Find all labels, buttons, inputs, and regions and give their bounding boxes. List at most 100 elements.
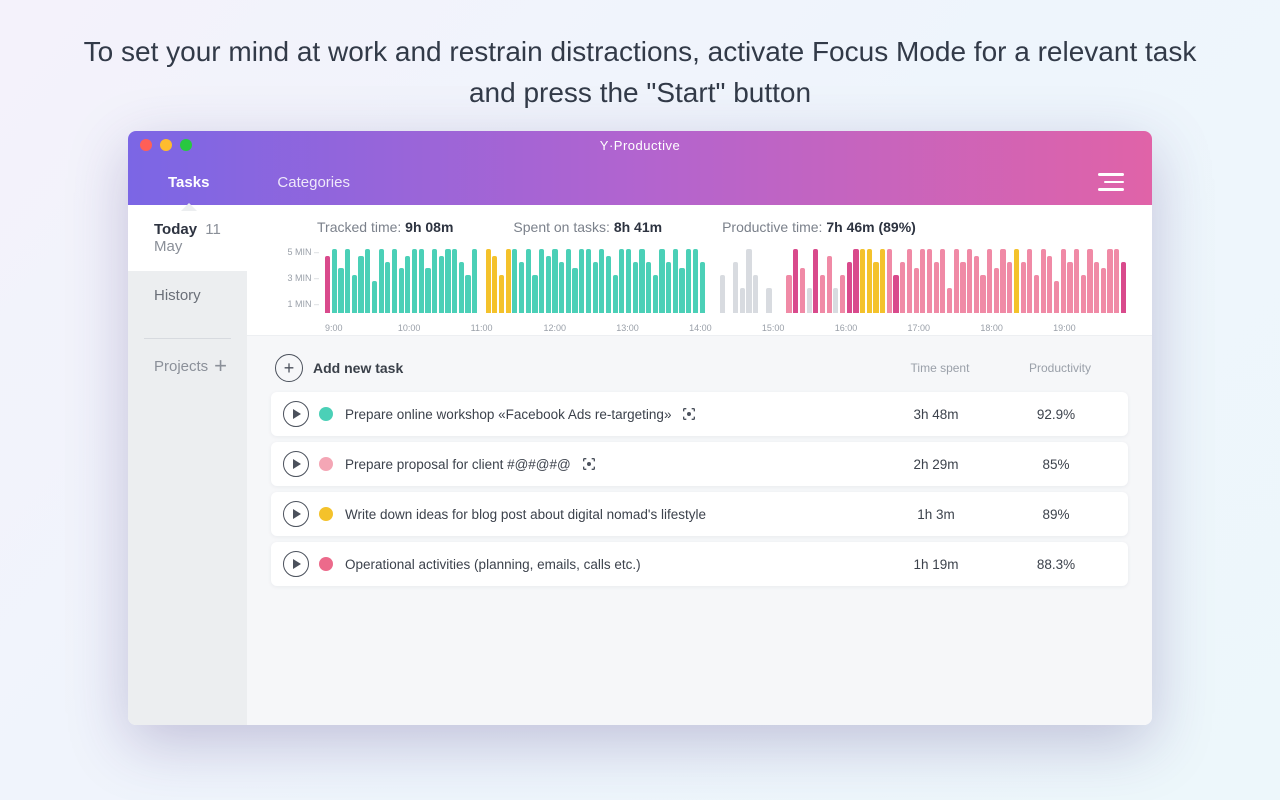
chart-bar — [659, 249, 664, 313]
chart-bar — [465, 275, 470, 313]
sidebar-item-today[interactable]: Today 11 May — [128, 205, 247, 271]
chart-bar — [766, 288, 771, 314]
chart-bar — [399, 268, 404, 313]
chart-bar — [954, 249, 959, 313]
chart-bar — [1047, 256, 1052, 314]
add-task-button[interactable]: + — [275, 354, 303, 382]
chart-bar — [753, 275, 758, 313]
chart-bar — [338, 268, 343, 313]
chart-bar — [1087, 249, 1092, 313]
chart-bar — [452, 249, 457, 313]
chart-bar — [940, 249, 945, 313]
chart-bar — [425, 268, 430, 313]
chart-bar — [519, 262, 524, 313]
chart-bar — [526, 249, 531, 313]
task-row[interactable]: Write down ideas for blog post about dig… — [271, 492, 1128, 536]
chart-bar — [1074, 249, 1079, 313]
chart-bar — [552, 249, 557, 313]
tab-tasks[interactable]: Tasks — [168, 162, 209, 203]
window-titlebar: Y·Productive — [128, 131, 1152, 159]
minimize-window-button[interactable] — [160, 139, 172, 151]
stat-tracked: Tracked time: 9h 08m — [317, 219, 453, 235]
sidebar-item-history[interactable]: History — [128, 271, 247, 320]
chart-bar — [800, 268, 805, 313]
chart-bar — [920, 249, 925, 313]
chart-bar — [1101, 268, 1106, 313]
chart-bar — [1014, 249, 1019, 313]
chart-bar — [740, 288, 745, 314]
close-window-button[interactable] — [140, 139, 152, 151]
chart-bar — [1121, 262, 1126, 313]
chart-bar — [840, 275, 845, 313]
chart-bar — [579, 249, 584, 313]
chart-bar — [679, 268, 684, 313]
chart-bar — [506, 249, 511, 313]
chart-bar — [947, 288, 952, 314]
stat-spent: Spent on tasks: 8h 41m — [513, 219, 662, 235]
chart-bar — [419, 249, 424, 313]
task-list-header: + Add new task Time spent Productivity — [271, 352, 1128, 392]
chart-bar — [974, 256, 979, 314]
chart-bar — [820, 275, 825, 313]
add-project-button[interactable]: + — [214, 355, 227, 377]
chart-bar — [379, 249, 384, 313]
focus-mode-icon[interactable] — [581, 456, 597, 472]
task-time-spent: 1h 3m — [876, 507, 996, 522]
chart-bar — [372, 281, 377, 313]
task-productivity: 89% — [996, 507, 1116, 522]
play-button[interactable] — [283, 401, 309, 427]
chart-bar — [873, 262, 878, 313]
chart-bar — [653, 275, 658, 313]
chart-bar — [880, 249, 885, 313]
chart-bar — [606, 256, 611, 314]
task-title: Prepare online workshop «Facebook Ads re… — [345, 407, 671, 422]
chart-bar — [927, 249, 932, 313]
chart-x-axis: 9:0010:0011:0012:0013:0014:0015:0016:001… — [325, 323, 1126, 333]
task-productivity: 92.9% — [996, 407, 1116, 422]
task-row[interactable]: Prepare online workshop «Facebook Ads re… — [271, 392, 1128, 436]
chart-bar — [639, 249, 644, 313]
task-title: Operational activities (planning, emails… — [345, 557, 641, 572]
chart-bar — [1034, 275, 1039, 313]
chart-bar — [626, 249, 631, 313]
chart-bar — [960, 262, 965, 313]
chart-bar — [539, 249, 544, 313]
sidebar-today-label: Today — [154, 221, 197, 238]
tab-categories[interactable]: Categories — [277, 162, 350, 203]
zoom-window-button[interactable] — [180, 139, 192, 151]
chart-bar — [439, 256, 444, 314]
task-row[interactable]: Prepare proposal for client #@#@#@2h 29m… — [271, 442, 1128, 486]
add-task-label: Add new task — [313, 360, 403, 376]
window-title: Y·Productive — [128, 138, 1152, 153]
top-nav: Tasks Categories — [128, 159, 1152, 205]
play-button[interactable] — [283, 551, 309, 577]
chart-bar — [693, 249, 698, 313]
chart-bar — [746, 249, 751, 313]
task-row[interactable]: Operational activities (planning, emails… — [271, 542, 1128, 586]
chart-bar — [1114, 249, 1119, 313]
chart-bar — [633, 262, 638, 313]
chart-bar — [345, 249, 350, 313]
chart-bar — [900, 262, 905, 313]
sidebar-projects-label: Projects — [154, 358, 208, 375]
play-button[interactable] — [283, 451, 309, 477]
chart-bar — [1021, 262, 1026, 313]
chart-bar — [1061, 249, 1066, 313]
menu-icon[interactable] — [1098, 173, 1124, 191]
chart-bar — [807, 288, 812, 314]
play-button[interactable] — [283, 501, 309, 527]
task-time-spent: 1h 19m — [876, 557, 996, 572]
task-color-dot — [319, 557, 333, 571]
task-color-dot — [319, 457, 333, 471]
focus-mode-icon[interactable] — [681, 406, 697, 422]
chart-bar — [786, 275, 791, 313]
chart-bar — [1067, 262, 1072, 313]
chart-bar — [459, 262, 464, 313]
main-panel: Tracked time: 9h 08m Spent on tasks: 8h … — [247, 205, 1152, 725]
chart-bar — [613, 275, 618, 313]
chart-bar — [1000, 249, 1005, 313]
chart-bar — [1027, 249, 1032, 313]
chart-bar — [325, 256, 330, 314]
chart-bar — [827, 256, 832, 314]
task-time-spent: 3h 48m — [876, 407, 996, 422]
